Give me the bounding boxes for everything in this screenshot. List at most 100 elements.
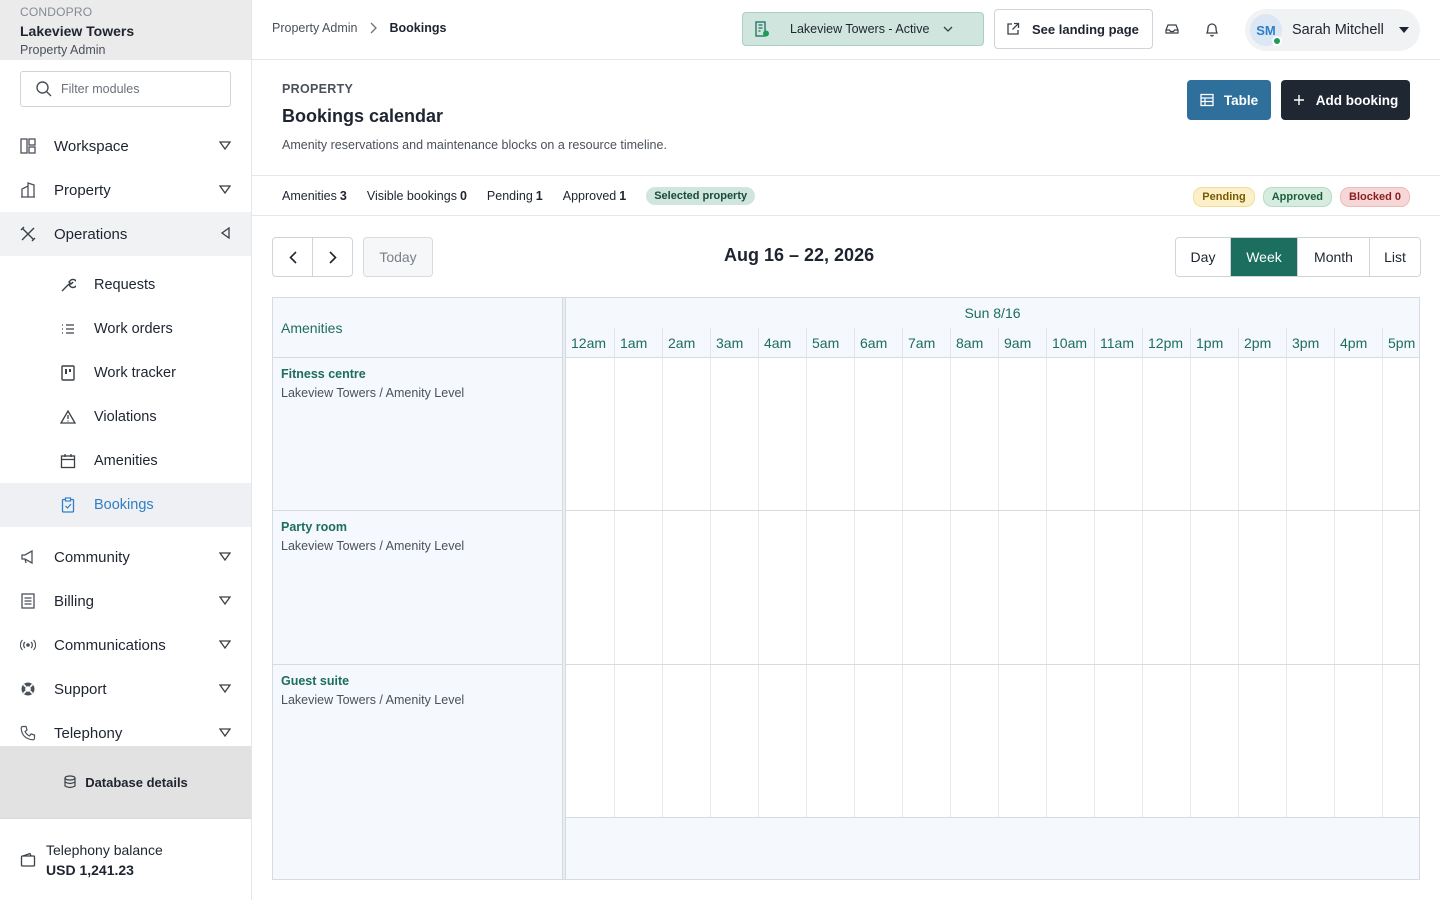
time-slot-cell[interactable] bbox=[1334, 511, 1382, 664]
time-slot-cell[interactable] bbox=[1190, 665, 1238, 817]
time-slot-cell[interactable] bbox=[566, 511, 614, 664]
nav-workspace[interactable]: Workspace bbox=[0, 124, 251, 168]
time-slot-cell[interactable] bbox=[1046, 511, 1094, 664]
time-slot-cell[interactable] bbox=[710, 665, 758, 817]
time-slot-cell[interactable] bbox=[662, 358, 710, 510]
property-name[interactable]: Lakeview Towers bbox=[20, 23, 231, 39]
breadcrumb-property-admin[interactable]: Property Admin bbox=[272, 21, 357, 35]
inbox-icon[interactable] bbox=[1164, 21, 1180, 37]
table-view-button[interactable]: Table bbox=[1187, 80, 1271, 120]
bell-icon[interactable] bbox=[1204, 21, 1220, 38]
see-landing-page-button[interactable]: See landing page bbox=[994, 9, 1153, 49]
avatar: SM bbox=[1250, 14, 1282, 46]
time-slot-cell[interactable] bbox=[662, 665, 710, 817]
time-slot-cell[interactable] bbox=[806, 665, 854, 817]
resource-row[interactable]: Guest suite Lakeview Towers / Amenity Le… bbox=[273, 665, 563, 818]
nav-community[interactable]: Community bbox=[0, 535, 251, 579]
wrench-icon bbox=[60, 277, 76, 293]
view-day-button[interactable]: Day bbox=[1176, 238, 1230, 276]
time-slot-cell[interactable] bbox=[1142, 358, 1190, 510]
time-slot-cell[interactable] bbox=[902, 665, 950, 817]
subnav-bookings[interactable]: Bookings bbox=[0, 483, 251, 527]
time-slot-cell[interactable] bbox=[854, 511, 902, 664]
resource-row[interactable]: Fitness centre Lakeview Towers / Amenity… bbox=[273, 358, 563, 511]
nav-property[interactable]: Property bbox=[0, 168, 251, 212]
hour-label: 7am bbox=[902, 328, 950, 357]
time-slot-cell[interactable] bbox=[1190, 358, 1238, 510]
tools-icon bbox=[19, 225, 37, 243]
time-slot-cell[interactable] bbox=[1142, 665, 1190, 817]
time-slot-cell[interactable] bbox=[1094, 665, 1142, 817]
property-status-select[interactable]: Lakeview Towers - Active bbox=[742, 12, 984, 46]
time-slot-cell[interactable] bbox=[1382, 358, 1419, 510]
time-slot-cell[interactable] bbox=[614, 511, 662, 664]
time-slot-cell[interactable] bbox=[758, 358, 806, 510]
time-slot-cell[interactable] bbox=[902, 358, 950, 510]
time-slot-cell[interactable] bbox=[614, 665, 662, 817]
view-month-button[interactable]: Month bbox=[1297, 238, 1369, 276]
view-list-button[interactable]: List bbox=[1369, 238, 1420, 276]
next-period-button[interactable] bbox=[312, 237, 353, 277]
time-slot-cell[interactable] bbox=[1142, 511, 1190, 664]
user-menu[interactable]: SM Sarah Mitchell bbox=[1245, 9, 1420, 51]
time-slot-cell[interactable] bbox=[950, 665, 998, 817]
time-slot-cell[interactable] bbox=[1382, 511, 1419, 664]
time-slot-cell[interactable] bbox=[854, 358, 902, 510]
subnav-work-tracker[interactable]: Work tracker bbox=[0, 351, 251, 395]
time-slot-cell[interactable] bbox=[662, 511, 710, 664]
time-slot-cell[interactable] bbox=[1286, 358, 1334, 510]
time-slot-cell[interactable] bbox=[902, 511, 950, 664]
timeline-lane[interactable] bbox=[566, 511, 1419, 665]
subnav-requests[interactable]: Requests bbox=[0, 263, 251, 307]
time-slot-cell[interactable] bbox=[998, 511, 1046, 664]
time-slot-cell[interactable] bbox=[1334, 358, 1382, 510]
time-slot-cell[interactable] bbox=[710, 511, 758, 664]
database-details-button[interactable]: Database details bbox=[0, 746, 251, 818]
timeline-lane[interactable] bbox=[566, 358, 1419, 511]
nav-operations[interactable]: Operations bbox=[0, 212, 251, 256]
today-button[interactable]: Today bbox=[363, 237, 433, 277]
selected-property-chip: Selected property bbox=[646, 186, 756, 205]
previous-period-button[interactable] bbox=[272, 237, 313, 277]
time-slot-cell[interactable] bbox=[1286, 665, 1334, 817]
nav-communications[interactable]: Communications bbox=[0, 623, 251, 667]
time-slot-cell[interactable] bbox=[950, 358, 998, 510]
subnav-violations[interactable]: Violations bbox=[0, 395, 251, 439]
filter-modules-input[interactable] bbox=[61, 82, 211, 96]
time-slot-cell[interactable] bbox=[1238, 665, 1286, 817]
time-slot-cell[interactable] bbox=[1238, 511, 1286, 664]
time-slot-cell[interactable] bbox=[758, 511, 806, 664]
time-slot-cell[interactable] bbox=[566, 665, 614, 817]
time-slot-cell[interactable] bbox=[614, 358, 662, 510]
filter-modules-field[interactable] bbox=[20, 71, 231, 107]
time-slot-cell[interactable] bbox=[1286, 511, 1334, 664]
time-slot-cell[interactable] bbox=[1094, 511, 1142, 664]
time-slot-cell[interactable] bbox=[566, 358, 614, 510]
time-slot-cell[interactable] bbox=[998, 358, 1046, 510]
view-week-button[interactable]: Week bbox=[1230, 238, 1297, 276]
time-slot-cell[interactable] bbox=[710, 358, 758, 510]
clipboard-icon bbox=[60, 497, 76, 513]
time-slot-cell[interactable] bbox=[1238, 358, 1286, 510]
nav-billing[interactable]: Billing bbox=[0, 579, 251, 623]
add-booking-button[interactable]: Add booking bbox=[1281, 80, 1410, 120]
time-slot-cell[interactable] bbox=[854, 665, 902, 817]
time-slot-cell[interactable] bbox=[758, 665, 806, 817]
resource-row[interactable]: Party room Lakeview Towers / Amenity Lev… bbox=[273, 511, 563, 665]
time-slot-cell[interactable] bbox=[1382, 665, 1419, 817]
nav-support[interactable]: Support bbox=[0, 667, 251, 711]
time-slot-cell[interactable] bbox=[950, 511, 998, 664]
plus-icon bbox=[1293, 94, 1305, 106]
time-slot-cell[interactable] bbox=[1190, 511, 1238, 664]
timeline-lane[interactable] bbox=[566, 665, 1419, 818]
time-slot-cell[interactable] bbox=[1046, 358, 1094, 510]
tracker-icon bbox=[60, 365, 76, 381]
time-slot-cell[interactable] bbox=[806, 358, 854, 510]
time-slot-cell[interactable] bbox=[1046, 665, 1094, 817]
subnav-work-orders[interactable]: Work orders bbox=[0, 307, 251, 351]
time-slot-cell[interactable] bbox=[1094, 358, 1142, 510]
time-slot-cell[interactable] bbox=[1334, 665, 1382, 817]
time-slot-cell[interactable] bbox=[998, 665, 1046, 817]
time-slot-cell[interactable] bbox=[806, 511, 854, 664]
subnav-amenities[interactable]: Amenities bbox=[0, 439, 251, 483]
